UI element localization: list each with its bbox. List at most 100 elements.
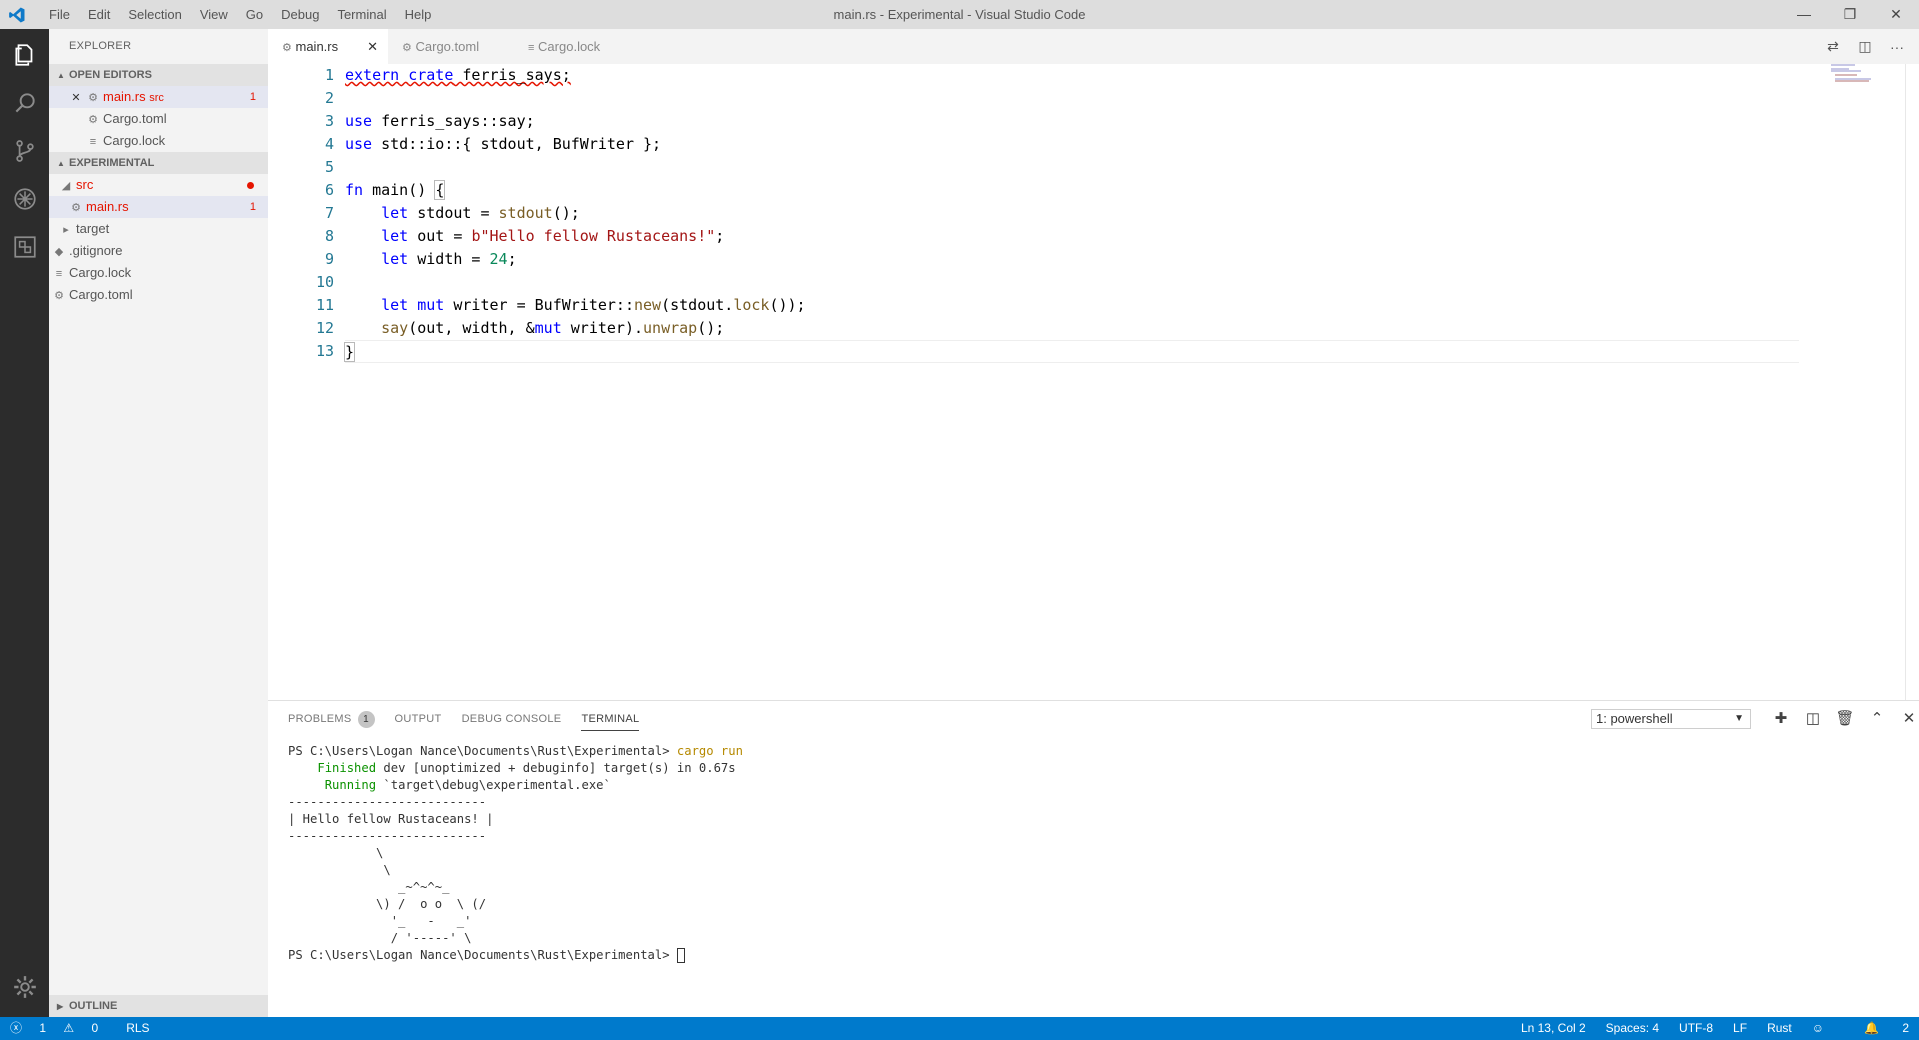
tab-debug-console[interactable]: DEBUG CONSOLE [462,701,562,737]
bell-icon: 🔔 [1864,1021,1879,1035]
vscode-logo-icon [9,7,25,23]
menu-go[interactable]: Go [237,0,272,29]
menu-file[interactable]: File [40,0,79,29]
file-lines-icon: ≡ [89,136,97,148]
error-icon: ⓧ [10,1021,23,1035]
cursor-position[interactable]: Ln 13, Col 2 [1521,1017,1586,1040]
more-actions-icon[interactable]: ··· [1881,39,1913,55]
open-editor-cargo-toml[interactable]: ⚙ Cargo.toml [49,108,268,130]
title-bar: File Edit Selection View Go Debug Termin… [0,0,1919,29]
editor-scrollbar[interactable] [1905,64,1919,700]
close-panel-icon[interactable]: ✕ [1893,709,1919,727]
terminal-line: / '-----' \ [288,931,472,945]
error-count-badge: 1 [249,201,256,213]
trash-icon[interactable]: 🗑 [1829,709,1861,727]
error-dot [247,182,254,189]
window-controls: — ❐ ✕ [1781,0,1919,29]
tab-cargo-lock[interactable]: ≡ Cargo.lock [514,29,636,64]
terminal-line: '_ - _' [288,914,472,928]
minimize-button[interactable]: — [1781,0,1827,29]
source-control-icon[interactable] [0,127,49,175]
tab-output[interactable]: OUTPUT [395,701,442,737]
explorer-icon[interactable] [0,31,49,79]
tab-main-rs[interactable]: ⚙ main.rs ✕ [268,29,388,64]
close-window-button[interactable]: ✕ [1873,0,1919,29]
open-editors-header[interactable]: ▲ OPEN EDITORS [49,64,268,86]
code-line: fn main() { [345,180,446,200]
tab-terminal[interactable]: TERMINAL [581,701,640,737]
tab-problems[interactable]: PROBLEMS 1 [288,701,375,737]
code-line: let mut writer = BufWriter::new(stdout.l… [381,296,806,314]
file-main-rs[interactable]: ⚙ main.rs 1 [49,196,268,218]
code-line: use ferris_says::say; [345,112,535,130]
panel-tabs: PROBLEMS 1 OUTPUT DEBUG CONSOLE TERMINAL [288,701,659,737]
editor-actions: ⇄ ◫ ··· [1817,29,1913,64]
chevron-down-icon: ◢ [61,180,71,192]
search-icon[interactable] [0,79,49,127]
debug-icon[interactable] [0,175,49,223]
line-number: 1 [324,66,334,84]
rust-file-icon: ⚙ [282,42,292,54]
terminal-output[interactable]: PS C:\Users\Logan Nance\Documents\Rust\E… [288,743,1899,964]
split-terminal-icon[interactable]: ◫ [1797,709,1829,727]
encoding[interactable]: UTF-8 [1679,1017,1713,1040]
terminal-line: \) / o o \ (/ [288,897,487,911]
project-header[interactable]: ▲ EXPERIMENTAL [49,152,268,174]
maximize-panel-icon[interactable]: ⌃ [1861,709,1893,727]
warning-icon: ⚠ [63,1021,75,1035]
menu-debug[interactable]: Debug [272,0,328,29]
split-editor-icon[interactable]: ◫ [1849,38,1881,55]
language-mode[interactable]: Rust [1767,1017,1792,1040]
menu-edit[interactable]: Edit [79,0,119,29]
code-lines[interactable]: extern crate ferris_says; use ferris_say… [343,64,1799,363]
minimap[interactable] [1829,64,1889,94]
file-cargo-lock[interactable]: ≡ Cargo.lock [49,262,268,284]
code-editor[interactable]: 1 2 3 4 5 6 7 8 9 10 11 12 13 extern cra… [268,64,1919,700]
line-number-gutter: 1 2 3 4 5 6 7 8 9 10 11 12 13 [268,64,334,363]
folder-target[interactable]: ▸ target [49,218,268,240]
file-gitignore[interactable]: ◆ .gitignore [49,240,268,262]
menu-view[interactable]: View [191,0,237,29]
folder-src[interactable]: ◢ src [49,174,268,196]
open-editor-main-rs[interactable]: ✕ ⚙ main.rs src 1 [49,86,268,108]
outline-header[interactable]: ▶ OUTLINE [49,995,268,1017]
terminal-line: _~^~^~_ [288,880,450,894]
problems-count-badge: 1 [357,711,375,728]
end-of-line[interactable]: LF [1733,1017,1747,1040]
tab-cargo-toml[interactable]: ⚙ Cargo.toml [388,29,514,64]
open-editor-cargo-lock[interactable]: ≡ Cargo.lock [49,130,268,152]
terminal-prompt-line: PS C:\Users\Logan Nance\Documents\Rust\E… [288,947,1899,964]
terminal-select[interactable]: 1: powershell ▼ [1591,709,1751,729]
menu-terminal[interactable]: Terminal [328,0,395,29]
terminal-line: \ [288,846,384,860]
close-tab-icon[interactable]: ✕ [367,29,378,64]
line-number: 4 [324,135,334,153]
menu-selection[interactable]: Selection [119,0,190,29]
close-icon[interactable]: ✕ [69,87,83,109]
menu-help[interactable]: Help [396,0,441,29]
restore-button[interactable]: ❐ [1827,0,1873,29]
extensions-icon[interactable] [0,223,49,271]
git-diamond-icon: ◆ [54,246,64,258]
code-line-current: } [343,340,1799,363]
gear-icon[interactable] [0,963,49,1011]
code-line: let width = 24; [381,250,517,268]
indentation[interactable]: Spaces: 4 [1606,1017,1659,1040]
panel-actions: ✚ ◫ 🗑 ⌃ ✕ [1765,709,1919,727]
open-changes-icon[interactable]: ⇄ [1817,38,1849,55]
rust-file-icon: ⚙ [88,92,98,104]
file-cargo-toml[interactable]: ⚙ Cargo.toml [49,284,268,306]
rls-status[interactable]: RLS [126,1017,149,1040]
terminal-line: \ [288,863,391,877]
line-number: 6 [324,181,334,199]
problems-status[interactable]: ⓧ 1 ⚠ 0 [10,1017,112,1040]
new-terminal-icon[interactable]: ✚ [1765,709,1797,727]
chevron-right-icon: ▸ [63,224,69,236]
dropdown-caret-icon: ▼ [1734,713,1744,724]
chevron-down-icon: ▲ [57,159,65,168]
feedback-smiley-icon[interactable]: ☺ [1812,1017,1824,1040]
file-lines-icon: ≡ [55,268,63,280]
notifications[interactable]: 🔔 2 [1844,1017,1909,1040]
sidebar-title: EXPLORER [69,40,132,52]
